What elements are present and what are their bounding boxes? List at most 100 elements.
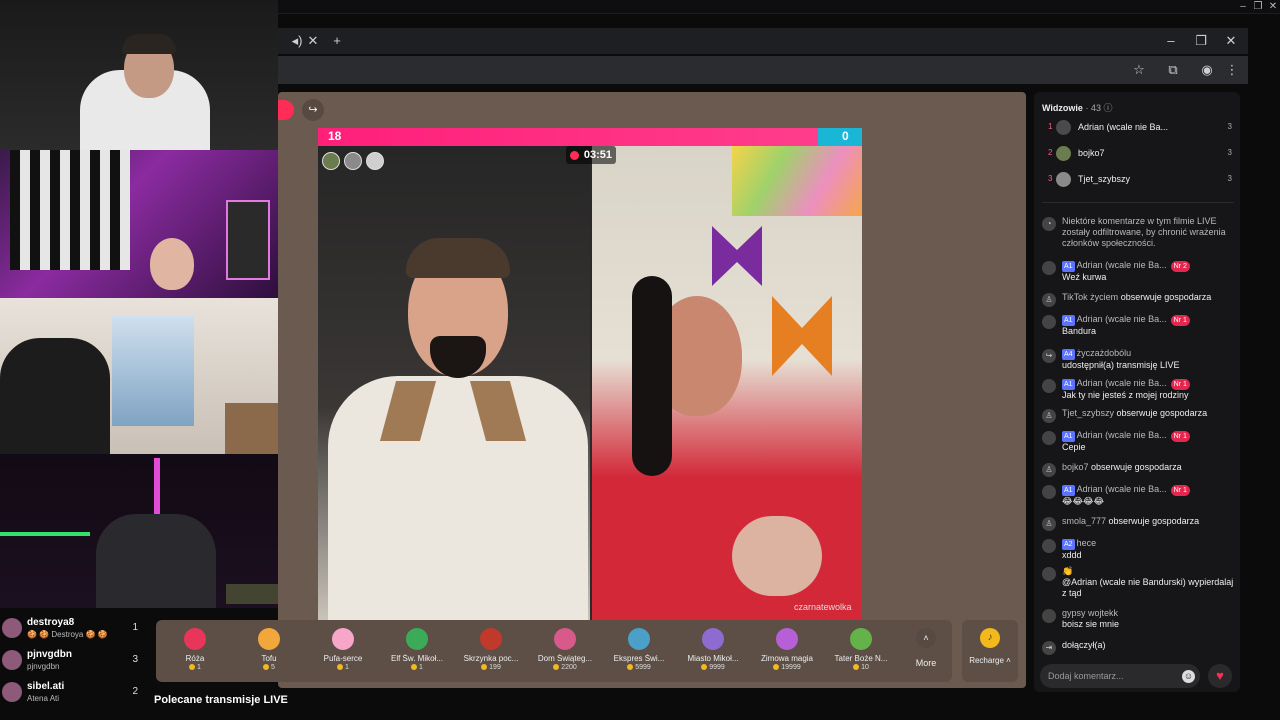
chat-message[interactable]: A1 Adrian (wcale nie Ba... Nr 1 Bandura xyxy=(1042,314,1234,337)
window-close-icon[interactable]: ✕ xyxy=(1222,28,1240,54)
avatar xyxy=(1056,172,1071,187)
viewer-row[interactable]: 2 bojko7 3 xyxy=(1042,144,1234,164)
chat-message[interactable]: A1 Adrian (wcale nie Ba... Nr 1 😂😂😂😂 xyxy=(1042,484,1234,507)
viewer-gift-count: 3 xyxy=(1227,148,1232,157)
gift-name: Pufa-serce xyxy=(323,654,363,663)
gift-item[interactable]: Tater Boże N... 10 xyxy=(826,624,896,680)
gift-item[interactable]: Tofu 5 xyxy=(234,624,304,680)
more-gifts-button[interactable]: ˄ More xyxy=(906,624,946,680)
chat-username[interactable]: Adrian (wcale nie Ba... xyxy=(1077,378,1167,388)
new-tab-icon[interactable]: + xyxy=(328,28,346,54)
avatar xyxy=(1042,379,1056,393)
top-gifter-avatar[interactable] xyxy=(322,152,340,170)
comment-input[interactable]: Dodaj komentarz... xyxy=(1040,664,1200,688)
chat-message[interactable]: ♙ Tjet_szybszy obserwuje gospodarza xyxy=(1042,408,1234,423)
chat-username[interactable]: hece xyxy=(1077,538,1097,548)
rank-badge: Nr 1 xyxy=(1170,379,1190,390)
gift-item[interactable]: Pufa-serce 1 xyxy=(308,624,378,680)
chat-username[interactable]: Tjet_szybszy xyxy=(1062,408,1114,418)
close-icon[interactable]: ✕ xyxy=(1266,1,1280,13)
chat-message[interactable]: ♙ bojko7 obserwuje gospodarza xyxy=(1042,462,1234,477)
viewers-header[interactable]: Widzowie · 43 ⓘ xyxy=(1042,101,1112,114)
gift-icon xyxy=(850,628,872,650)
viewer-name: Tjet_szybszy xyxy=(1078,174,1131,184)
tab-close-icon[interactable]: ✕ xyxy=(304,28,322,54)
avatar xyxy=(2,682,22,702)
chat-message[interactable]: ↪ A4 życzażdobólu udostępnił(a) transmisję … xyxy=(1042,348,1234,371)
gift-price: 199 xyxy=(456,664,526,671)
chat-message[interactable]: A1 Adrian (wcale nie Ba... Nr 1 Cepie xyxy=(1042,430,1234,453)
chat-message[interactable]: A2 hece xddd xyxy=(1042,538,1234,561)
gift-item[interactable]: Miasto Mikoł... 9999 xyxy=(678,624,748,680)
stream-viewer-row[interactable]: destroya8 🍪 🍪 Destroya 🍪 🍪 1 xyxy=(0,614,150,644)
chat-username[interactable]: TikTok życiem xyxy=(1062,292,1118,302)
coin-icon xyxy=(337,664,344,671)
recharge-button[interactable]: ♪ Recharge ˄ xyxy=(962,620,1018,682)
chat-message[interactable]: ♙ smola_777 obserwuje gospodarza xyxy=(1042,516,1234,531)
stream-viewer-row[interactable]: sibel.ati Atena Ati 2 xyxy=(0,678,150,708)
chat-username[interactable]: Adrian (wcale nie Ba... xyxy=(1077,484,1167,494)
gift-item[interactable]: Elf Św. Mikoł... 1 xyxy=(382,624,452,680)
purple-bow xyxy=(712,226,762,286)
info-icon[interactable]: ⓘ xyxy=(1103,103,1112,113)
chat-message[interactable]: ⇥ dołączył(a) xyxy=(1042,640,1234,655)
minimize-icon[interactable]: – xyxy=(1236,1,1250,13)
stream-viewer-subtitle: Atena Ati xyxy=(27,694,60,703)
chat-username[interactable]: gypsy wojtekk xyxy=(1062,608,1118,618)
guest-username-overlay: czarnatewolka xyxy=(794,602,852,612)
viewer-row[interactable]: 1 Adrian (wcale nie Ba... 3 xyxy=(1042,118,1234,138)
emoji-icon[interactable]: ☺ xyxy=(1182,670,1195,683)
chat-text: obserwuje gospodarza xyxy=(1108,516,1200,526)
extensions-icon[interactable]: ⧉ xyxy=(1164,57,1182,83)
gift-item[interactable]: Róża 1 xyxy=(160,624,230,680)
gift-price: 5 xyxy=(234,664,304,671)
chat-text: 😂😂😂😂 xyxy=(1062,496,1105,506)
chat-message[interactable]: A1 Adrian (wcale nie Ba... Nr 2 Weź kurwa xyxy=(1042,260,1234,283)
chat-username[interactable]: Adrian (wcale nie Ba... xyxy=(1077,430,1167,440)
live-video[interactable]: 18 0 03:51 czarnatewolka xyxy=(318,128,862,620)
chat-message[interactable]: ◔ Niektóre komentarze w tym filmie LIVE z… xyxy=(1042,216,1234,249)
chat-username[interactable]: Adrian (wcale nie Ba... xyxy=(1077,260,1167,270)
gift-icon xyxy=(480,628,502,650)
maximize-icon[interactable]: ❐ xyxy=(1251,1,1265,13)
share-button[interactable]: ↪ xyxy=(302,99,324,121)
viewers-count: · 43 xyxy=(1085,103,1101,113)
viewer-row[interactable]: 3 Tjet_szybszy 3 xyxy=(1042,170,1234,190)
webcam-1 xyxy=(0,0,278,150)
chat-message[interactable]: 👏 @Adrian (wcale nie Bandurski) wypierdal… xyxy=(1042,566,1234,599)
chat-username[interactable]: Adrian (wcale nie Ba... xyxy=(1077,314,1167,324)
chat-username[interactable]: bojko7 xyxy=(1062,462,1089,472)
top-gifter-avatar[interactable] xyxy=(344,152,362,170)
gift-item[interactable]: Dom Świąteg... 2200 xyxy=(530,624,600,680)
stream-viewer-row[interactable]: pjnvgdbn pjnvgdbn 3 xyxy=(0,646,150,676)
viewer-name: bojko7 xyxy=(1078,148,1105,158)
menu-icon[interactable]: ⋮ xyxy=(1223,57,1241,83)
chat-message[interactable]: A1 Adrian (wcale nie Ba... Nr 1 Jak ty nie … xyxy=(1042,378,1234,401)
event-icon: ♙ xyxy=(1042,463,1056,477)
chat-text: Bandura xyxy=(1062,326,1097,336)
more-label: More xyxy=(915,658,937,668)
chat-message[interactable]: ♙ TikTok życiem obserwuje gospodarza xyxy=(1042,292,1234,307)
stream-viewer-name: pjnvgdbn xyxy=(27,649,72,660)
gift-item[interactable]: Ekspres Świ... 5999 xyxy=(604,624,674,680)
like-heart-button[interactable]: ♥ xyxy=(1208,664,1232,688)
host-shirt xyxy=(328,376,588,620)
event-icon: ♙ xyxy=(1042,409,1056,423)
coin-icon xyxy=(773,664,780,671)
chat-username[interactable]: życzażdobólu xyxy=(1077,348,1132,358)
webcam-3 xyxy=(0,298,278,454)
bookmark-star-icon[interactable]: ☆ xyxy=(1130,57,1148,83)
avatar xyxy=(2,650,22,670)
viewer-gift-count: 3 xyxy=(1227,122,1232,131)
chat-username[interactable]: 👏 xyxy=(1062,566,1073,576)
pk-score-left: 18 xyxy=(328,129,342,143)
gift-item[interactable]: Skrzynka poc... 199 xyxy=(456,624,526,680)
chat-username[interactable]: smola_777 xyxy=(1062,516,1106,526)
window-minimize-icon[interactable]: – xyxy=(1162,28,1180,54)
gift-item[interactable]: Zimowa magia 19999 xyxy=(752,624,822,680)
profile-icon[interactable]: ◉ xyxy=(1198,57,1216,83)
top-gifter-avatar[interactable] xyxy=(366,152,384,170)
window-maximize-icon[interactable]: ❐ xyxy=(1192,28,1210,54)
chat-message[interactable]: gypsy wojtekk boisz sie mnie xyxy=(1042,608,1234,630)
chat-text: Jak ty nie jesteś z mojej rodziny xyxy=(1062,390,1189,400)
